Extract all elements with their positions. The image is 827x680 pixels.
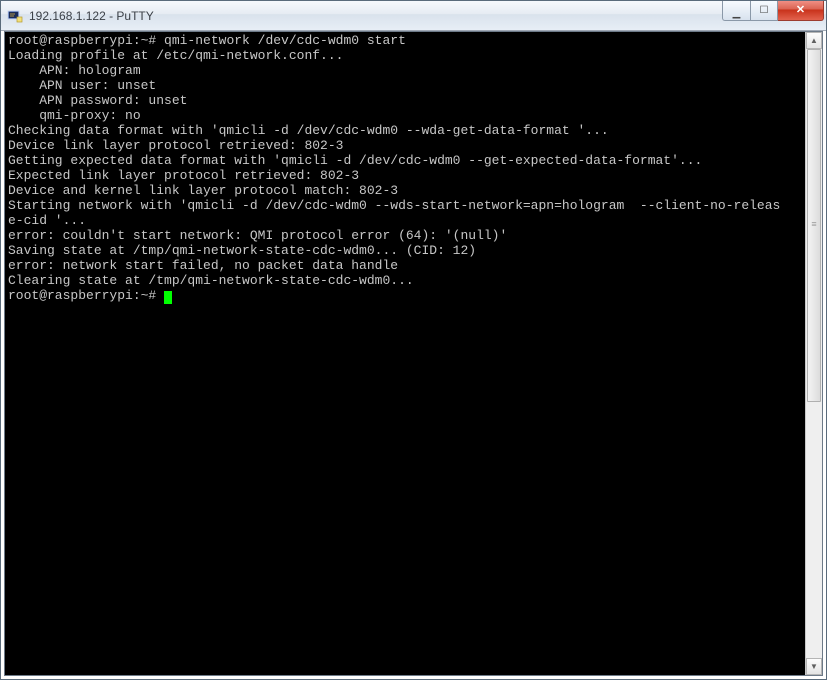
prompt: root@raspberrypi:~# xyxy=(8,33,164,48)
command: qmi-network /dev/cdc-wdm0 start xyxy=(164,33,406,48)
terminal[interactable]: root@raspberrypi:~# qmi-network /dev/cdc… xyxy=(5,32,805,675)
terminal-line: Starting network with 'qmicli -d /dev/cd… xyxy=(8,198,780,213)
terminal-line: Expected link layer protocol retrieved: … xyxy=(8,168,359,183)
terminal-line: error: couldn't start network: QMI proto… xyxy=(8,228,507,243)
cursor xyxy=(164,291,172,304)
maximize-button[interactable]: ☐ xyxy=(750,1,778,21)
client-area: root@raspberrypi:~# qmi-network /dev/cdc… xyxy=(4,31,823,676)
terminal-line: Saving state at /tmp/qmi-network-state-c… xyxy=(8,243,476,258)
scroll-track[interactable] xyxy=(806,49,822,658)
terminal-line: Checking data format with 'qmicli -d /de… xyxy=(8,123,609,138)
terminal-line: APN: hologram xyxy=(8,63,141,78)
close-icon: ✕ xyxy=(796,5,805,16)
scroll-down-button[interactable]: ▼ xyxy=(806,658,822,675)
terminal-line: Device link layer protocol retrieved: 80… xyxy=(8,138,343,153)
terminal-line: Clearing state at /tmp/qmi-network-state… xyxy=(8,273,414,288)
terminal-line: error: network start failed, no packet d… xyxy=(8,258,398,273)
terminal-line: e-cid '... xyxy=(8,213,86,228)
maximize-icon: ☐ xyxy=(760,6,769,16)
scroll-up-button[interactable]: ▲ xyxy=(806,32,822,49)
terminal-line: APN user: unset xyxy=(8,78,156,93)
title-bar[interactable]: 192.168.1.122 - PuTTY ▁ ☐ ✕ xyxy=(1,1,826,31)
window-title: 192.168.1.122 - PuTTY xyxy=(29,9,722,23)
window-controls: ▁ ☐ ✕ xyxy=(722,1,824,30)
prompt: root@raspberrypi:~# xyxy=(8,288,164,303)
terminal-line: Device and kernel link layer protocol ma… xyxy=(8,183,398,198)
scroll-thumb[interactable] xyxy=(807,49,821,402)
terminal-line: Getting expected data format with 'qmicl… xyxy=(8,153,702,168)
terminal-line: APN password: unset xyxy=(8,93,187,108)
putty-icon xyxy=(7,8,23,24)
minimize-button[interactable]: ▁ xyxy=(722,1,750,21)
minimize-icon: ▁ xyxy=(733,9,741,19)
terminal-line: Loading profile at /etc/qmi-network.conf… xyxy=(8,48,343,63)
close-button[interactable]: ✕ xyxy=(778,1,824,21)
scrollbar[interactable]: ▲ ▼ xyxy=(805,32,822,675)
terminal-line: qmi-proxy: no xyxy=(8,108,141,123)
putty-window: 192.168.1.122 - PuTTY ▁ ☐ ✕ root@raspber… xyxy=(0,0,827,680)
